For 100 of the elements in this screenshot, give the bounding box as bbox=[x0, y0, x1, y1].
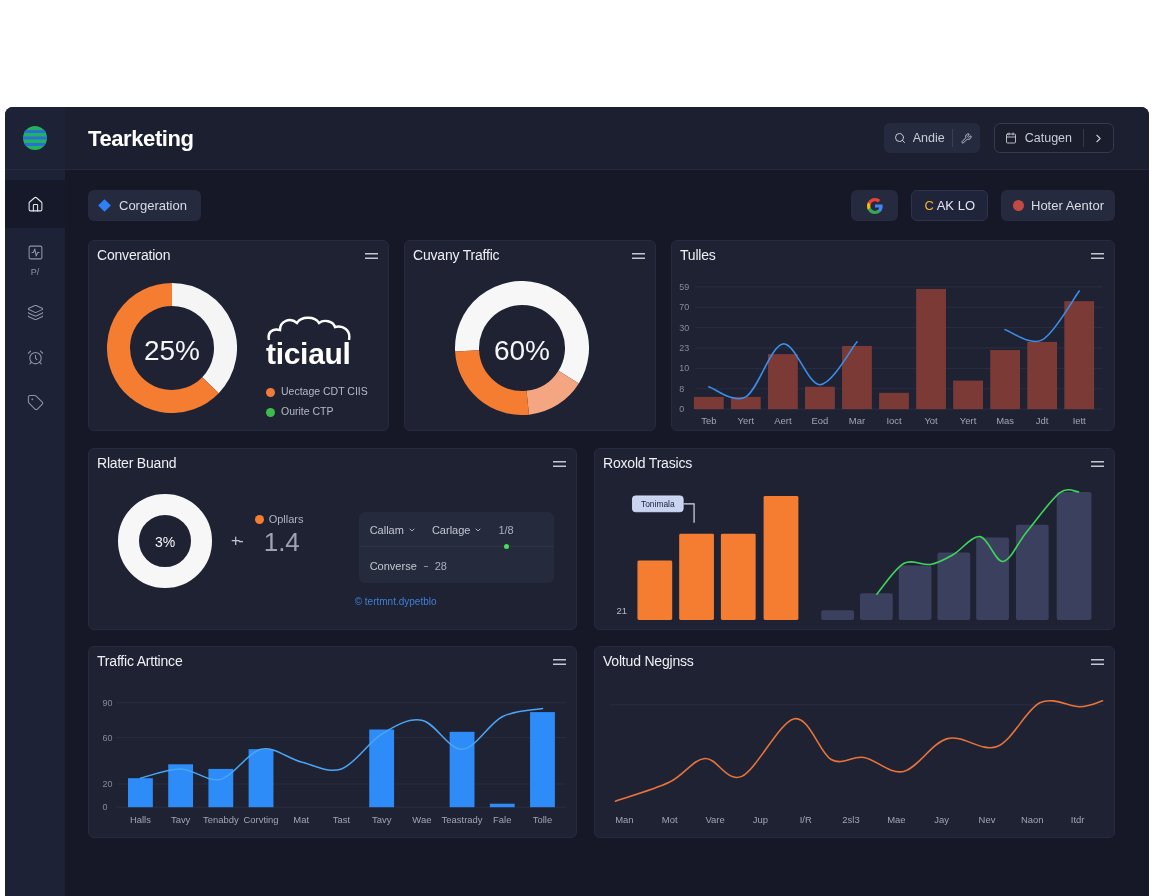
chart-bar bbox=[937, 552, 971, 621]
chart-bar bbox=[168, 764, 194, 808]
summary-value: 28 bbox=[434, 560, 447, 573]
axis-label: Nev bbox=[978, 813, 996, 825]
axis-label: Mat bbox=[293, 813, 310, 825]
code-chip[interactable]: C AK LO bbox=[911, 190, 988, 221]
card-title: Rlater Buand bbox=[97, 454, 177, 473]
axis-label: Mas bbox=[996, 414, 1015, 426]
metric-value: 1.4 bbox=[263, 529, 300, 555]
axis-label: Tast bbox=[332, 813, 351, 825]
axis-tick-label: 8 bbox=[679, 383, 685, 394]
caret-icon bbox=[407, 526, 416, 534]
home-icon bbox=[26, 195, 44, 213]
nav-item[interactable] bbox=[5, 180, 65, 228]
axis-label: Itdr bbox=[1070, 813, 1085, 825]
axis-label: Tavy bbox=[371, 813, 392, 825]
axis-label: Mae bbox=[887, 813, 906, 825]
menu-icon[interactable] bbox=[365, 252, 378, 259]
chart-bar bbox=[898, 565, 932, 621]
axis-label: Mot bbox=[661, 813, 678, 825]
axis-label: Vare bbox=[705, 813, 725, 825]
axis-label: Mar bbox=[848, 414, 866, 426]
plus-minus-sign: +- bbox=[231, 532, 242, 550]
menu-icon[interactable] bbox=[1091, 658, 1104, 665]
search-button[interactable]: Andie bbox=[883, 123, 952, 153]
ring-label: 3% bbox=[154, 534, 176, 550]
axis-tick-label: 90 bbox=[102, 697, 113, 708]
legend-label: Ourite CTP bbox=[281, 404, 334, 420]
axis-label: Wae bbox=[412, 813, 432, 825]
axis-label: Yert bbox=[737, 414, 755, 426]
axis-tick-label: 59 bbox=[679, 281, 690, 292]
chart-bar bbox=[767, 354, 798, 410]
legend-label: Opllars bbox=[268, 511, 304, 527]
card-title: Tulles bbox=[680, 246, 716, 265]
chart-bar bbox=[128, 778, 153, 808]
multicolor-g-icon bbox=[866, 197, 883, 214]
chart-bar bbox=[859, 593, 893, 621]
axis-tick-label: 70 bbox=[679, 302, 690, 313]
menu-icon[interactable] bbox=[1091, 460, 1104, 467]
axis-label: Corvting bbox=[243, 813, 279, 825]
axis-tick-label: 21 bbox=[616, 604, 628, 616]
axis-label: I/R bbox=[799, 813, 812, 825]
leader-line bbox=[683, 503, 695, 524]
card-title: Cuvany Traffic bbox=[413, 246, 500, 265]
axis-label: Halls bbox=[129, 813, 151, 825]
dropdown-button[interactable]: Carlage bbox=[431, 524, 483, 536]
calendar-icon bbox=[1004, 132, 1017, 144]
axis-tick-label: 0 bbox=[102, 802, 108, 813]
chart-bar bbox=[489, 803, 515, 808]
menu-icon[interactable] bbox=[1091, 252, 1104, 259]
menu-icon[interactable] bbox=[632, 252, 645, 259]
chart-bar bbox=[693, 396, 724, 410]
axis-tick-label: 10 bbox=[679, 363, 690, 374]
axis-label: Tavy bbox=[170, 813, 191, 825]
axis-label: 2sl3 bbox=[842, 813, 860, 825]
axis-tick-label: 30 bbox=[679, 322, 690, 333]
summary-label: Converse bbox=[369, 560, 417, 573]
legend-label: Uectage CDT CIIS bbox=[281, 384, 368, 400]
menu-icon[interactable] bbox=[553, 460, 566, 467]
chart-bar bbox=[990, 350, 1021, 410]
striped-globe-icon bbox=[23, 126, 47, 150]
chart-bar bbox=[208, 768, 234, 808]
menu-icon[interactable] bbox=[553, 658, 566, 665]
app-title: Tearketing bbox=[88, 124, 194, 153]
axis-label: Teastrady bbox=[441, 813, 483, 825]
search-icon bbox=[893, 132, 906, 144]
nav-item[interactable]: P/ bbox=[5, 228, 65, 290]
filter-chip[interactable]: Corgeration bbox=[88, 190, 201, 221]
chart-bar bbox=[1027, 341, 1058, 410]
alarm-clock-icon bbox=[26, 349, 44, 366]
axis-label: Yert bbox=[959, 414, 977, 426]
category-button[interactable]: Catugen bbox=[994, 124, 1083, 152]
axis-label: Eod bbox=[811, 414, 829, 426]
chart-bar bbox=[953, 380, 983, 410]
axis-label: Man bbox=[615, 813, 634, 825]
source-link[interactable]: © tertmnt.dypetblo bbox=[354, 596, 437, 608]
card-title: Roxold Trasics bbox=[603, 454, 692, 473]
axis-label: Aert bbox=[774, 414, 792, 426]
chart-bar bbox=[805, 386, 835, 410]
dropdown-button[interactable]: Callam bbox=[369, 524, 416, 536]
axis-tick-label: 60 bbox=[102, 732, 113, 743]
caret-icon bbox=[474, 526, 483, 534]
cloud-icon bbox=[266, 316, 352, 340]
axis-tick-label: 23 bbox=[679, 343, 690, 353]
axis-label: Tenabdy bbox=[203, 813, 239, 825]
axis-tick-label: 20 bbox=[102, 779, 113, 789]
callout-tag: Tonimala bbox=[632, 495, 684, 513]
logo-text: ticiaul bbox=[266, 340, 351, 368]
ratio-text: 1/8 bbox=[498, 524, 514, 536]
wrench-icon bbox=[960, 132, 972, 144]
axis-label: Teb bbox=[701, 414, 717, 426]
axis-label: Iett bbox=[1072, 414, 1086, 426]
tag-icon bbox=[26, 394, 44, 411]
axis-label: Ioct bbox=[886, 414, 902, 426]
status-chip[interactable]: Hoter Aentor bbox=[1001, 190, 1115, 221]
donut-center-label: 25% bbox=[144, 334, 200, 366]
axis-label: Jup bbox=[752, 813, 768, 825]
axis-label: Jdt bbox=[1035, 414, 1049, 426]
card-title: Traffic Arttince bbox=[97, 652, 183, 671]
g-logo-button[interactable] bbox=[851, 190, 899, 221]
